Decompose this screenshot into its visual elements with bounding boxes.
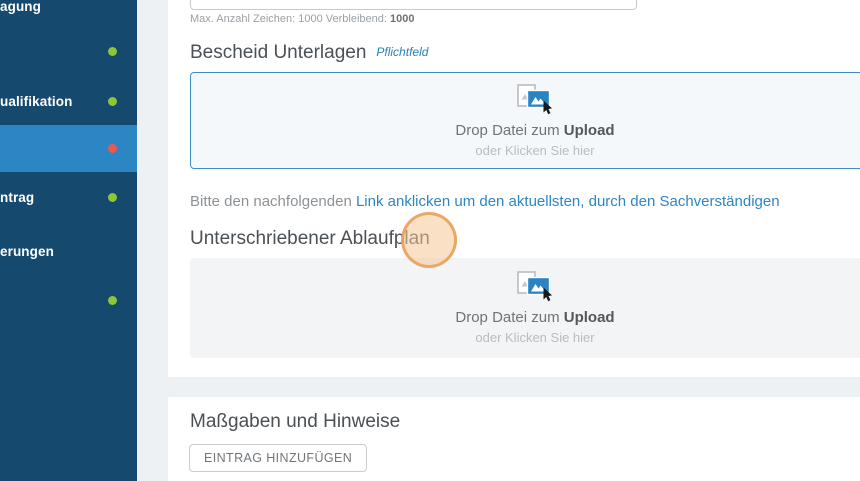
sidebar-item-2[interactable] <box>0 28 137 75</box>
image-upload-cursor-icon <box>516 271 552 302</box>
sidebar-item-label: agung <box>0 0 41 14</box>
sidebar-item-label: erungen <box>0 244 54 259</box>
char-counter: Max. Anzahl Zeichen: 1000 Verbleibend: 1… <box>190 13 414 25</box>
drop-sublabel: oder Klicken Sie hier <box>475 330 595 345</box>
sidebar-item-label: ualifikation <box>0 94 73 109</box>
required-flag: Pflichtfeld <box>376 45 429 59</box>
sidebar-item-7[interactable] <box>0 277 137 324</box>
form-card: Max. Anzahl Zeichen: 1000 Verbleibend: 1… <box>168 0 860 377</box>
sidebar-item-agung[interactable]: agung <box>0 0 137 30</box>
char-counter-remaining: 1000 <box>389 13 415 25</box>
app-window: agung ualifikation ntrag erungen Max. An <box>0 0 860 481</box>
drop-label: Drop Datei zum Upload <box>455 121 615 139</box>
document-link[interactable]: Link anklicken um den aktuellsten, durch… <box>356 193 780 210</box>
dropzone-bescheid[interactable]: Drop Datei zum Upload oder Klicken Sie h… <box>190 72 860 169</box>
status-error-dot-icon <box>108 144 117 153</box>
massgaben-card: Maßgaben und Hinweise EINTRAG HINZUFÜGEN <box>168 397 860 481</box>
drop-label: Drop Datei zum Upload <box>455 309 615 326</box>
sidebar-item-erungen[interactable]: erungen <box>0 228 137 275</box>
image-upload-cursor-icon <box>516 83 552 114</box>
status-ok-dot-icon <box>108 193 117 202</box>
sidebar-item-label: ntrag <box>0 190 35 205</box>
drop-sublabel: oder Klicken Sie hier <box>475 142 595 158</box>
status-ok-dot-icon <box>108 97 117 106</box>
instruction-line: Bitte den nachfolgenden Link anklicken u… <box>190 193 780 210</box>
sidebar-item-antrag[interactable]: ntrag <box>0 174 137 221</box>
sidebar-item-qualifikation[interactable]: ualifikation <box>0 78 137 125</box>
section-title-bescheid: Bescheid Unterlagen Pflichtfeld <box>190 42 429 63</box>
status-ok-dot-icon <box>108 296 117 305</box>
add-entry-button[interactable]: EINTRAG HINZUFÜGEN <box>189 444 368 472</box>
sidebar-item-active[interactable] <box>0 125 137 172</box>
section-title-massgaben: Maßgaben und Hinweise <box>190 411 401 432</box>
section-title-ablaufplan: Unterschriebener Ablaufplan <box>190 228 430 249</box>
dropzone-ablaufplan[interactable]: Drop Datei zum Upload oder Klicken Sie h… <box>190 258 860 358</box>
text-input[interactable] <box>190 0 637 10</box>
sidebar: agung ualifikation ntrag erungen <box>0 0 137 481</box>
status-ok-dot-icon <box>108 47 117 56</box>
char-counter-text: Max. Anzahl Zeichen: 1000 Verbleibend: <box>190 13 390 25</box>
